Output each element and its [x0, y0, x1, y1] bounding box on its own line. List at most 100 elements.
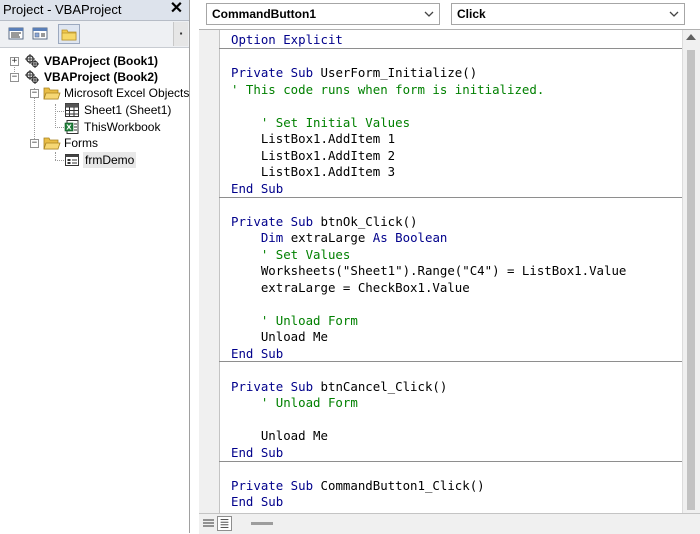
code-token: Worksheets("Sheet1").Range("C4") = ListB…: [231, 263, 627, 278]
project-explorer-toolbar: ▪: [0, 21, 189, 48]
code-token: End Sub: [231, 494, 284, 509]
full-module-view-icon[interactable]: [217, 516, 232, 531]
folder-open-icon: [43, 87, 61, 100]
scroll-up-icon[interactable]: [686, 34, 696, 40]
tree-connector: [55, 152, 56, 160]
folder-icon: [61, 29, 77, 41]
code-line: Dim extraLarge As Boolean: [231, 230, 700, 247]
tree-node-label: Sheet1 (Sheet1): [84, 103, 172, 117]
code-token: Option Explicit: [231, 32, 343, 47]
code-line: End Sub: [231, 346, 700, 363]
code-line: Unload Me: [231, 428, 700, 445]
code-line: Private Sub btnOk_Click(): [231, 214, 700, 231]
code-line: ListBox1.AddItem 1: [231, 131, 700, 148]
procedure-dropdown[interactable]: Click: [451, 3, 685, 25]
tree-node-book1[interactable]: + VBAProject (Book1): [0, 53, 189, 69]
code-token: ' This code runs when form is initialize…: [231, 81, 545, 97]
code-token: Unload Me: [231, 329, 328, 344]
code-token: End Sub: [231, 444, 284, 460]
code-text[interactable]: Option Explicit Private Sub UserForm_Ini…: [231, 32, 700, 511]
code-line: ' This code runs when form is initialize…: [231, 82, 700, 99]
code-line: ' Set Values: [231, 247, 700, 264]
code-token: CommandButton1_Click(): [313, 477, 485, 493]
procedure-view-icon[interactable]: [201, 516, 216, 531]
code-token: Private Sub: [231, 378, 314, 394]
toggle-folders-button[interactable]: [58, 24, 80, 44]
tree-node-label: VBAProject (Book2): [44, 70, 159, 84]
vertical-scrollbar[interactable]: [682, 30, 700, 514]
code-token: UserForm_Initialize(): [313, 65, 478, 80]
code-token: ListBox1.AddItem 1: [231, 131, 396, 146]
workbook-icon: X: [64, 120, 79, 134]
project-tree: + VBAProject (Book1) − VBAProject (Book2…: [0, 48, 189, 533]
code-token: btnCancel_Click(): [313, 378, 448, 394]
tree-node-thisworkbook[interactable]: X ThisWorkbook: [0, 119, 189, 135]
view-object-button[interactable]: [30, 24, 50, 43]
project-explorer-title: Project - VBAProject: [3, 2, 122, 17]
code-line: End Sub: [231, 445, 700, 462]
horizontal-scrollbar-thumb[interactable]: [251, 522, 273, 525]
userform-icon: [65, 154, 79, 166]
project-explorer-title-bar[interactable]: Project - VBAProject ✕: [0, 0, 189, 21]
tree-node-frmdemo[interactable]: frmDemo: [64, 152, 137, 168]
code-token: Private Sub: [231, 213, 314, 229]
tree-node-label: ThisWorkbook: [84, 120, 161, 134]
code-token: extraLarge: [283, 230, 373, 245]
code-token: ' Set Initial Values: [231, 114, 411, 130]
code-token: Private Sub: [231, 477, 314, 493]
tree-node-book2[interactable]: − VBAProject (Book2): [0, 69, 189, 85]
code-line: ' Set Initial Values: [231, 115, 700, 132]
tree-node-label: Forms: [64, 136, 98, 150]
view-code-icon: [8, 27, 24, 40]
code-window-status-bar: [199, 513, 700, 534]
code-line: Worksheets("Sheet1").Range("C4") = ListB…: [231, 263, 700, 280]
code-line: Private Sub btnCancel_Click(): [231, 379, 700, 396]
tree-node-sheet1[interactable]: Sheet1 (Sheet1): [0, 102, 189, 118]
collapse-icon[interactable]: −: [10, 73, 19, 82]
code-token: Dim: [260, 230, 284, 245]
code-line: Unload Me: [231, 329, 700, 346]
code-line: Option Explicit: [231, 32, 700, 49]
view-code-button[interactable]: [6, 24, 26, 43]
chevron-down-icon: [669, 11, 679, 17]
collapse-icon[interactable]: −: [30, 139, 39, 148]
code-token: extraLarge = CheckBox1.Value: [231, 279, 470, 295]
project-explorer-pane: Project - VBAProject ✕ ▪ + VBAProject (B…: [0, 0, 190, 533]
folder-open-icon: [43, 137, 61, 150]
code-line: ListBox1.AddItem 3: [231, 164, 700, 181]
code-window: CommandButton1 Click Option Explicit Pri…: [199, 0, 700, 534]
toolbar-overflow-button[interactable]: ▪: [173, 22, 188, 46]
svg-text:X: X: [66, 124, 72, 132]
code-line: End Sub: [231, 494, 700, 511]
scrollbar-thumb[interactable]: [687, 50, 695, 510]
code-editor[interactable]: Option Explicit Private Sub UserForm_Ini…: [199, 29, 700, 514]
margin-indicator-bar[interactable]: [199, 30, 220, 514]
code-token: End Sub: [231, 180, 284, 196]
vba-project-icon: [25, 70, 39, 84]
expand-icon[interactable]: +: [10, 57, 19, 66]
object-dropdown[interactable]: CommandButton1: [206, 3, 440, 25]
tree-node-label: Microsoft Excel Objects: [64, 86, 190, 100]
code-line: extraLarge = CheckBox1.Value: [231, 280, 700, 297]
code-token: Private Sub: [231, 65, 314, 80]
procedure-dropdown-value: Click: [457, 7, 486, 21]
tree-node-forms[interactable]: − Forms: [0, 135, 189, 151]
code-token: Unload Me: [231, 428, 328, 443]
tree-node-excel-objects[interactable]: − Microsoft Excel Objects: [0, 85, 189, 101]
code-line: ListBox1.AddItem 2: [231, 148, 700, 165]
code-token: As Boolean: [372, 230, 448, 245]
code-line: ' Unload Form: [231, 395, 700, 412]
code-token: ListBox1.AddItem 2: [231, 147, 396, 163]
code-line: End Sub: [231, 181, 700, 198]
code-line: ' Unload Form: [231, 313, 700, 330]
code-line: Private Sub UserForm_Initialize(): [231, 65, 700, 82]
collapse-icon[interactable]: −: [30, 89, 39, 98]
close-icon[interactable]: ✕: [168, 0, 185, 18]
